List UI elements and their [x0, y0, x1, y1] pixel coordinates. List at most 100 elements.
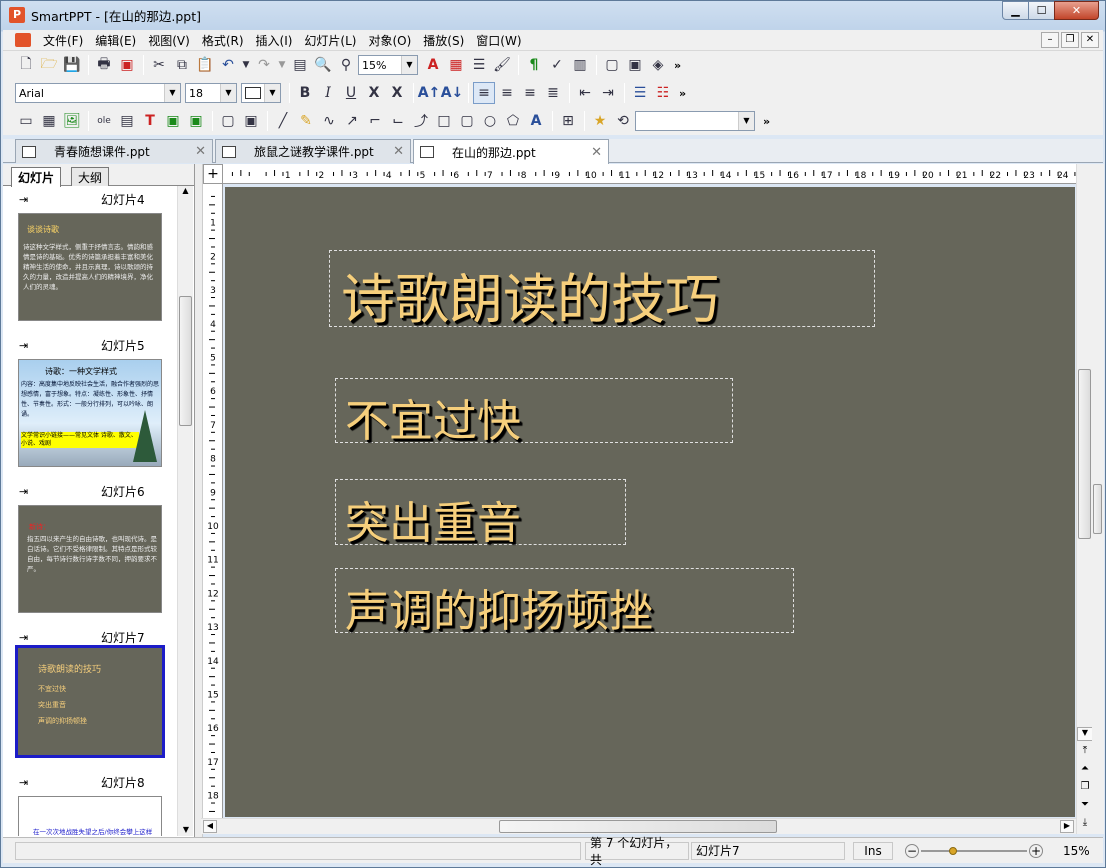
window-edge-scrollbar[interactable]: [1092, 164, 1104, 834]
line-icon[interactable]: ╱: [272, 110, 294, 132]
align-left-icon[interactable]: ≡: [473, 82, 495, 104]
paste-icon[interactable]: 📋: [194, 54, 216, 76]
menu-file[interactable]: 文件(F): [37, 32, 89, 49]
shapes-icon[interactable]: ⬠: [502, 110, 524, 132]
first-slide-icon[interactable]: ⤒: [1077, 745, 1093, 761]
numbered-list-icon[interactable]: ☷: [652, 82, 674, 104]
tab-document-3[interactable]: 在山的那边.ppt ✕: [413, 139, 609, 164]
close-icon[interactable]: ✕: [591, 145, 602, 160]
format-painter-icon[interactable]: 🖌: [491, 54, 513, 76]
slide-list-icon[interactable]: ❐: [1077, 781, 1093, 797]
close-icon[interactable]: ✕: [195, 144, 206, 159]
toolbar-more-button[interactable]: »: [674, 59, 681, 72]
text-box-icon[interactable]: ▭: [15, 110, 37, 132]
ellipse-icon[interactable]: ○: [479, 110, 501, 132]
menu-format[interactable]: 格式(R): [196, 32, 250, 49]
bold-icon[interactable]: B: [294, 82, 316, 104]
title-placeholder-icon[interactable]: T: [139, 110, 161, 132]
previous-slide-icon[interactable]: ⏶: [1077, 763, 1093, 779]
copy-icon[interactable]: ⧉: [171, 54, 193, 76]
grow-font-icon[interactable]: A↑: [418, 82, 441, 104]
star-icon[interactable]: ★: [589, 110, 611, 132]
slide-layout-icon[interactable]: ▣: [240, 110, 262, 132]
chevron-down-icon[interactable]: ▼: [264, 84, 280, 102]
decrease-indent-icon[interactable]: ⇤: [574, 82, 596, 104]
new-file-icon[interactable]: 🗋: [15, 54, 37, 76]
menu-view[interactable]: 视图(V): [142, 32, 196, 49]
slide-canvas[interactable]: 诗歌朗读的技巧 不宜过快 突出重音 声调的抑扬顿挫: [225, 187, 1075, 817]
insert-table-icon[interactable]: ▦: [445, 54, 467, 76]
close-icon[interactable]: ✕: [393, 144, 404, 159]
tab-outline[interactable]: 大纲: [71, 167, 110, 186]
table-icon[interactable]: ▦: [38, 110, 60, 132]
menu-edit[interactable]: 编辑(E): [89, 32, 142, 49]
menu-play[interactable]: 播放(S): [417, 32, 470, 49]
chevron-down-icon[interactable]: ▼: [164, 84, 180, 102]
scroll-up-icon[interactable]: ▲: [178, 186, 193, 200]
save-icon[interactable]: 💾: [61, 54, 83, 76]
zoom-out-icon[interactable]: −: [905, 843, 919, 858]
maximize-button[interactable]: ☐: [1028, 1, 1055, 20]
rectangle-icon[interactable]: □: [433, 110, 455, 132]
scrollbar-thumb[interactable]: [499, 820, 777, 833]
chart-icon[interactable]: ▥: [569, 54, 591, 76]
bullet-list-icon[interactable]: ☰: [629, 82, 651, 104]
chevron-down-icon[interactable]: ▼: [220, 84, 236, 102]
zoom-select[interactable]: 15% ▼: [358, 55, 418, 75]
increase-indent-icon[interactable]: ⇥: [597, 82, 619, 104]
slide-thumbnail[interactable]: 谈谈诗歌 诗这种文学样式，侧重于抒情言志。情韵和感情是诗的基础。优秀的诗篇承担着…: [18, 213, 162, 321]
rotate-icon[interactable]: ⟲: [612, 110, 634, 132]
open-folder-icon[interactable]: 🗁: [38, 54, 60, 76]
undo-dropdown-icon[interactable]: ▼: [240, 54, 252, 76]
menu-window[interactable]: 窗口(W): [470, 32, 527, 49]
print-icon[interactable]: 🖶: [93, 54, 115, 76]
rounded-rectangle-icon[interactable]: ▢: [456, 110, 478, 132]
cut-icon[interactable]: ✂: [148, 54, 170, 76]
3d-box-icon[interactable]: ◈: [647, 54, 669, 76]
curved-connector-icon[interactable]: ⤴: [410, 110, 432, 132]
canvas-horizontal-scrollbar[interactable]: ◀ ▶: [201, 818, 1076, 834]
align-right-icon[interactable]: ≡: [519, 82, 541, 104]
tab-document-2[interactable]: 旅鼠之谜教学课件.ppt ✕: [215, 139, 411, 163]
scrollbar-thumb[interactable]: [179, 296, 192, 426]
bullet-placeholder-icon[interactable]: ▣: [185, 110, 207, 132]
font-family-select[interactable]: Arial ▼: [15, 83, 181, 103]
tab-document-1[interactable]: 青春随想课件.ppt ✕: [15, 139, 213, 163]
wordart-icon[interactable]: A: [525, 110, 547, 132]
scroll-right-icon[interactable]: ▶: [1060, 820, 1074, 833]
minimize-button[interactable]: ▁: [1002, 1, 1029, 20]
page-frame-icon[interactable]: ▣: [624, 54, 646, 76]
scrollbar-thumb[interactable]: [1078, 369, 1091, 539]
thumbnails-scrollbar[interactable]: ▲ ▼: [177, 186, 193, 836]
ruler-corner[interactable]: +: [203, 164, 223, 184]
strikethrough-icon[interactable]: X: [363, 82, 385, 104]
doc-restore-button[interactable]: ❐: [1061, 32, 1079, 48]
arrow-icon[interactable]: ↗: [341, 110, 363, 132]
canvas-vertical-scrollbar[interactable]: ▼ ⤒ ⏶ ❐ ⏷ ⤓: [1076, 164, 1093, 834]
shrink-font-icon[interactable]: A↓: [441, 82, 464, 104]
underline-icon[interactable]: U: [340, 82, 362, 104]
picture-icon[interactable]: 🖼: [61, 110, 83, 132]
elbow-connector-icon[interactable]: ⌙: [387, 110, 409, 132]
pencil-icon[interactable]: ✎: [295, 110, 317, 132]
fit-page-icon[interactable]: ▤: [289, 54, 311, 76]
align-center-icon[interactable]: ≡: [496, 82, 518, 104]
doc-minimize-button[interactable]: –: [1041, 32, 1059, 48]
document-icon[interactable]: [15, 33, 31, 47]
curve-icon[interactable]: ∿: [318, 110, 340, 132]
text-frame-icon[interactable]: ▢: [601, 54, 623, 76]
export-pdf-icon[interactable]: ▣: [116, 54, 138, 76]
menu-insert[interactable]: 插入(I): [250, 32, 299, 49]
next-slide-icon[interactable]: ⏷: [1077, 799, 1093, 815]
paragraph-mark-icon[interactable]: ¶: [523, 54, 545, 76]
connector-icon[interactable]: ⌐: [364, 110, 386, 132]
insert-list-icon[interactable]: ☰: [468, 54, 490, 76]
scroll-down-icon[interactable]: ▼: [178, 825, 194, 834]
style-select[interactable]: ▼: [635, 111, 755, 131]
scrollbar-thumb[interactable]: [1093, 484, 1102, 534]
body-placeholder-icon[interactable]: ▣: [162, 110, 184, 132]
undo-icon[interactable]: ↶: [217, 54, 239, 76]
magnifier-icon[interactable]: ⚲: [335, 54, 357, 76]
slide-thumbnail[interactable]: 新诗： 指五四以来产生的自由诗歌，也叫现代诗。是白话诗。它们不受格律限制。其特点…: [18, 505, 162, 613]
menu-object[interactable]: 对象(O): [362, 32, 417, 49]
